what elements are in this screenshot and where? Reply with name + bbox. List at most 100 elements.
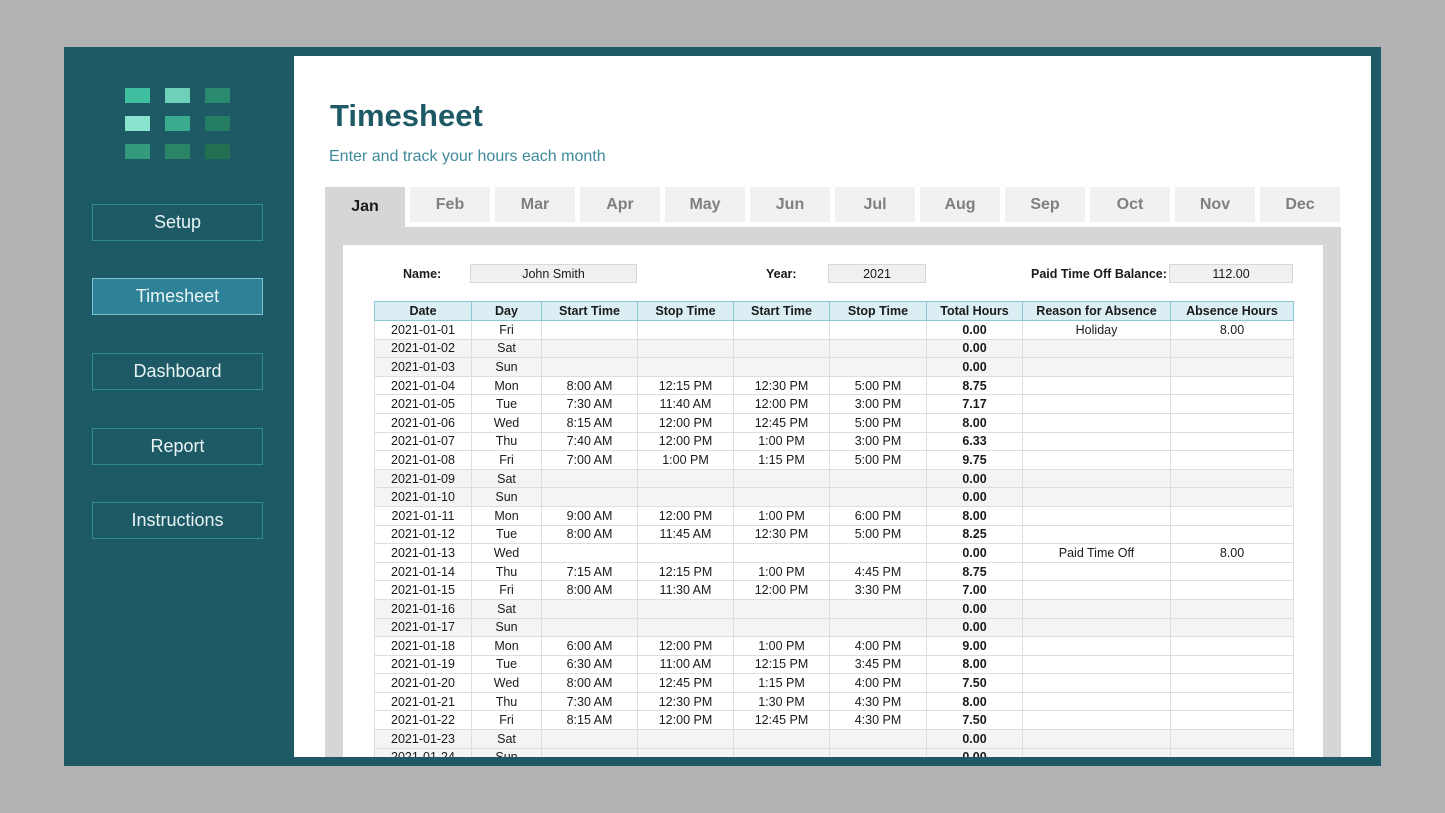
year-field[interactable]: 2021	[828, 264, 926, 283]
absence-reason-cell[interactable]	[1022, 617, 1171, 638]
start-time-cell[interactable]: 6:00 AM	[541, 636, 638, 656]
absence-hours-cell[interactable]: 8.00	[1170, 320, 1294, 340]
absence-reason-cell[interactable]	[1022, 487, 1171, 507]
stop-time-cell[interactable]	[829, 598, 927, 619]
absence-hours-cell[interactable]	[1170, 394, 1294, 414]
absence-reason-cell[interactable]: Holiday	[1022, 320, 1171, 340]
sidebar-item-report[interactable]: Report	[92, 428, 263, 465]
absence-reason-cell[interactable]	[1022, 747, 1171, 757]
absence-reason-cell[interactable]	[1022, 710, 1171, 731]
stop-time-cell[interactable]: 5:00 PM	[829, 524, 927, 545]
absence-reason-cell[interactable]	[1022, 375, 1171, 396]
stop-time-cell[interactable]	[829, 320, 927, 340]
start-time-cell[interactable]: 8:15 AM	[541, 412, 638, 433]
start-time-cell[interactable]	[733, 320, 830, 340]
tab-may[interactable]: May	[665, 187, 745, 222]
stop-time-cell[interactable]: 12:30 PM	[637, 691, 734, 712]
stop-time-cell[interactable]: 3:30 PM	[829, 580, 927, 600]
stop-time-cell[interactable]: 3:00 PM	[829, 394, 927, 414]
tab-jan[interactable]: Jan	[325, 187, 405, 227]
stop-time-cell[interactable]: 11:30 AM	[637, 580, 734, 600]
sidebar-item-instructions[interactable]: Instructions	[92, 502, 263, 539]
absence-hours-cell[interactable]	[1170, 580, 1294, 600]
stop-time-cell[interactable]	[637, 543, 734, 563]
tab-apr[interactable]: Apr	[580, 187, 660, 222]
stop-time-cell[interactable]: 12:00 PM	[637, 710, 734, 731]
absence-hours-cell[interactable]	[1170, 747, 1294, 757]
stop-time-cell[interactable]: 1:00 PM	[637, 450, 734, 470]
start-time-cell[interactable]: 12:30 PM	[733, 375, 830, 396]
stop-time-cell[interactable]: 11:45 AM	[637, 524, 734, 545]
start-time-cell[interactable]: 7:40 AM	[541, 431, 638, 452]
start-time-cell[interactable]: 9:00 AM	[541, 505, 638, 526]
absence-reason-cell[interactable]: Paid Time Off	[1022, 543, 1171, 563]
tab-nov[interactable]: Nov	[1175, 187, 1255, 222]
stop-time-cell[interactable]: 5:00 PM	[829, 412, 927, 433]
stop-time-cell[interactable]	[637, 729, 734, 749]
start-time-cell[interactable]: 8:00 AM	[541, 673, 638, 693]
absence-hours-cell[interactable]	[1170, 450, 1294, 470]
start-time-cell[interactable]: 1:15 PM	[733, 673, 830, 693]
absence-reason-cell[interactable]	[1022, 524, 1171, 545]
stop-time-cell[interactable]: 12:45 PM	[637, 673, 734, 693]
stop-time-cell[interactable]: 12:00 PM	[637, 412, 734, 433]
stop-time-cell[interactable]	[829, 357, 927, 377]
tab-jul[interactable]: Jul	[835, 187, 915, 222]
stop-time-cell[interactable]: 11:40 AM	[637, 394, 734, 414]
stop-time-cell[interactable]: 12:15 PM	[637, 561, 734, 582]
stop-time-cell[interactable]	[637, 468, 734, 489]
stop-time-cell[interactable]	[637, 320, 734, 340]
absence-hours-cell[interactable]	[1170, 357, 1294, 377]
start-time-cell[interactable]	[733, 598, 830, 619]
stop-time-cell[interactable]: 4:30 PM	[829, 691, 927, 712]
absence-reason-cell[interactable]	[1022, 431, 1171, 452]
start-time-cell[interactable]	[733, 617, 830, 638]
start-time-cell[interactable]	[733, 747, 830, 757]
stop-time-cell[interactable]: 12:15 PM	[637, 375, 734, 396]
start-time-cell[interactable]: 7:00 AM	[541, 450, 638, 470]
stop-time-cell[interactable]	[829, 747, 927, 757]
start-time-cell[interactable]	[541, 729, 638, 749]
start-time-cell[interactable]: 1:30 PM	[733, 691, 830, 712]
stop-time-cell[interactable]: 11:00 AM	[637, 654, 734, 675]
stop-time-cell[interactable]: 4:00 PM	[829, 673, 927, 693]
start-time-cell[interactable]	[541, 487, 638, 507]
absence-reason-cell[interactable]	[1022, 580, 1171, 600]
absence-hours-cell[interactable]	[1170, 487, 1294, 507]
start-time-cell[interactable]: 12:00 PM	[733, 394, 830, 414]
start-time-cell[interactable]: 1:00 PM	[733, 431, 830, 452]
start-time-cell[interactable]: 12:00 PM	[733, 580, 830, 600]
start-time-cell[interactable]	[541, 320, 638, 340]
start-time-cell[interactable]	[733, 487, 830, 507]
start-time-cell[interactable]: 7:30 AM	[541, 394, 638, 414]
absence-hours-cell[interactable]	[1170, 375, 1294, 396]
stop-time-cell[interactable]	[829, 543, 927, 563]
start-time-cell[interactable]: 12:30 PM	[733, 524, 830, 545]
tab-dec[interactable]: Dec	[1260, 187, 1340, 222]
start-time-cell[interactable]: 1:00 PM	[733, 561, 830, 582]
stop-time-cell[interactable]	[829, 729, 927, 749]
stop-time-cell[interactable]: 4:30 PM	[829, 710, 927, 731]
start-time-cell[interactable]	[541, 338, 638, 359]
stop-time-cell[interactable]: 4:45 PM	[829, 561, 927, 582]
absence-hours-cell[interactable]	[1170, 412, 1294, 433]
start-time-cell[interactable]: 12:45 PM	[733, 412, 830, 433]
absence-hours-cell[interactable]	[1170, 673, 1294, 693]
start-time-cell[interactable]: 8:00 AM	[541, 375, 638, 396]
absence-hours-cell[interactable]	[1170, 617, 1294, 638]
start-time-cell[interactable]	[541, 598, 638, 619]
absence-hours-cell[interactable]	[1170, 468, 1294, 489]
start-time-cell[interactable]	[541, 357, 638, 377]
start-time-cell[interactable]	[733, 543, 830, 563]
absence-reason-cell[interactable]	[1022, 338, 1171, 359]
stop-time-cell[interactable]	[637, 617, 734, 638]
stop-time-cell[interactable]	[829, 468, 927, 489]
tab-aug[interactable]: Aug	[920, 187, 1000, 222]
tab-oct[interactable]: Oct	[1090, 187, 1170, 222]
stop-time-cell[interactable]: 12:00 PM	[637, 431, 734, 452]
sidebar-item-setup[interactable]: Setup	[92, 204, 263, 241]
stop-time-cell[interactable]: 5:00 PM	[829, 375, 927, 396]
start-time-cell[interactable]	[733, 338, 830, 359]
stop-time-cell[interactable]: 12:00 PM	[637, 636, 734, 656]
tab-mar[interactable]: Mar	[495, 187, 575, 222]
